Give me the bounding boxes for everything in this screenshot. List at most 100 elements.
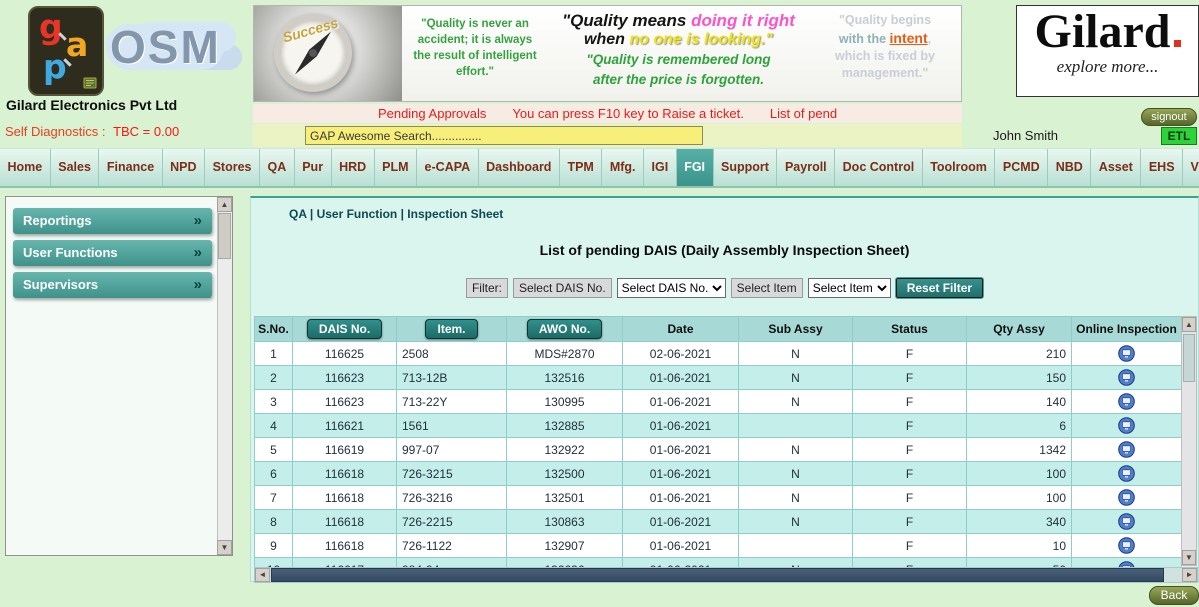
cell-status: F — [853, 510, 967, 534]
cell-status: F — [853, 438, 967, 462]
company-name: Gilard Electronics Pvt Ltd — [6, 97, 177, 113]
sort-button-item[interactable]: Item. — [425, 319, 477, 339]
tab-toolroom[interactable]: Toolroom — [923, 149, 996, 186]
online-inspection-icon[interactable] — [1118, 465, 1135, 482]
column-header-online-inspection: Online Inspection — [1072, 317, 1182, 342]
quote-text: doing it right — [691, 11, 795, 30]
tab-mfg[interactable]: Mfg. — [602, 149, 644, 186]
cell-online-inspection — [1072, 342, 1182, 366]
tab-fgi[interactable]: FGI — [677, 149, 714, 186]
cell-sno: 7 — [255, 486, 293, 510]
gilard-tagline: explore more... — [1017, 57, 1198, 77]
self-diagnostics-label: Self Diagnostics : — [5, 124, 105, 139]
item-filter-select[interactable]: Select Item — [808, 278, 891, 298]
online-inspection-icon[interactable] — [1118, 417, 1135, 434]
tab-qa[interactable]: QA — [260, 149, 295, 186]
tab-home[interactable]: Home — [0, 149, 51, 186]
table-header-row: S.No.DAIS No.Item.AWO No.DateSub AssySta… — [255, 317, 1182, 342]
tab-dashboard[interactable]: Dashboard — [479, 149, 560, 186]
tab-sales[interactable]: Sales — [51, 149, 100, 186]
cell-dais: 116623 — [293, 390, 397, 414]
tab-tpm[interactable]: TPM — [560, 149, 602, 186]
reset-filter-button[interactable]: Reset Filter — [896, 278, 983, 298]
cell-sub-assy: N — [739, 342, 853, 366]
table-row: 4116621156113288501-06-2021F6 — [255, 414, 1182, 438]
scroll-left-icon[interactable]: ◄ — [255, 568, 270, 582]
tab-pur[interactable]: Pur — [295, 149, 332, 186]
table-vertical-scrollbar[interactable]: ▲ ▼ — [1181, 316, 1197, 566]
online-inspection-icon[interactable] — [1118, 345, 1135, 362]
etl-button[interactable]: ETL — [1161, 127, 1197, 145]
tab-hrd[interactable]: HRD — [332, 149, 375, 186]
scroll-up-icon[interactable]: ▲ — [217, 197, 232, 212]
scroll-up-icon[interactable]: ▲ — [1182, 317, 1196, 332]
tab-ehs[interactable]: EHS — [1141, 149, 1183, 186]
column-header-item[interactable]: Item. — [397, 317, 507, 342]
tab-nbd[interactable]: NBD — [1048, 149, 1091, 186]
online-inspection-icon[interactable] — [1118, 513, 1135, 530]
sort-button-dais-no[interactable]: DAIS No. — [307, 319, 382, 339]
column-header-awo-no[interactable]: AWO No. — [507, 317, 623, 342]
cell-sub-assy: N — [739, 462, 853, 486]
cell-status: F — [853, 414, 967, 438]
sidebar-item-supervisors[interactable]: Supervisors» — [13, 272, 212, 298]
tab-finance[interactable]: Finance — [99, 149, 162, 186]
marquee-segment: Pending Approvals — [378, 106, 486, 121]
cell-date: 01-06-2021 — [623, 510, 739, 534]
sidebar-scrollbar[interactable]: ▲ ▼ — [217, 197, 232, 555]
cell-qty: 150 — [967, 366, 1072, 390]
cell-online-inspection — [1072, 510, 1182, 534]
scroll-down-icon[interactable]: ▼ — [217, 540, 232, 555]
cell-sno: 2 — [255, 366, 293, 390]
search-input[interactable] — [305, 126, 703, 145]
cell-online-inspection — [1072, 534, 1182, 558]
tab-support[interactable]: Support — [714, 149, 778, 186]
online-inspection-icon[interactable] — [1118, 489, 1135, 506]
column-header-date: Date — [623, 317, 739, 342]
compass-image: Success — [254, 6, 402, 101]
table-horizontal-scrollbar[interactable]: ◄ ► — [254, 567, 1198, 583]
tab-stores[interactable]: Stores — [205, 149, 260, 186]
back-button[interactable]: Back — [1149, 586, 1199, 605]
online-inspection-icon[interactable] — [1118, 441, 1135, 458]
marquee-segment: List of pend — [770, 106, 837, 121]
cell-item: 726-2215 — [397, 510, 507, 534]
cell-item: 726-1122 — [397, 534, 507, 558]
tab-doc-control[interactable]: Doc Control — [835, 149, 923, 186]
cell-sub-assy: N — [739, 390, 853, 414]
tab-visitors[interactable]: Visitors — [1183, 149, 1199, 186]
dais-filter-select[interactable]: Select DAIS No. — [617, 278, 726, 298]
nav-tabs: HomeSalesFinanceNPDStoresQAPurHRDPLMe-CA… — [0, 148, 1199, 188]
column-header-dais-no[interactable]: DAIS No. — [293, 317, 397, 342]
dais-table: S.No.DAIS No.Item.AWO No.DateSub AssySta… — [254, 316, 1183, 569]
sort-button-awo-no[interactable]: AWO No. — [527, 319, 602, 339]
sidebar-item-user-functions[interactable]: User Functions» — [13, 240, 212, 266]
cell-qty: 100 — [967, 486, 1072, 510]
sidebar-item-label: Reportings — [23, 213, 92, 228]
tab-npd[interactable]: NPD — [163, 149, 205, 186]
sidebar: Reportings» User Functions» Supervisors» ▲… — [5, 196, 233, 556]
online-inspection-icon[interactable] — [1118, 393, 1135, 410]
cell-dais: 116619 — [293, 438, 397, 462]
filter-label: Filter: — [466, 278, 508, 298]
cell-sno: 9 — [255, 534, 293, 558]
sidebar-item-reportings[interactable]: Reportings» — [13, 208, 212, 234]
cell-online-inspection — [1072, 390, 1182, 414]
tab-plm[interactable]: PLM — [375, 149, 417, 186]
online-inspection-icon[interactable] — [1118, 369, 1135, 386]
tab-asset[interactable]: Asset — [1091, 149, 1141, 186]
tab-payroll[interactable]: Payroll — [777, 149, 835, 186]
scroll-down-icon[interactable]: ▼ — [1182, 550, 1196, 565]
main-panel: QA | User Function | Inspection Sheet Li… — [250, 196, 1199, 582]
table-scrollbar-thumb[interactable] — [1183, 334, 1195, 382]
scroll-right-icon[interactable]: ► — [1182, 568, 1197, 582]
sidebar-scrollbar-thumb[interactable] — [218, 213, 231, 259]
online-inspection-icon[interactable] — [1118, 537, 1135, 554]
cell-dais: 116625 — [293, 342, 397, 366]
tab-e-capa[interactable]: e-CAPA — [417, 149, 479, 186]
tab-pcmd[interactable]: PCMD — [995, 149, 1048, 186]
cell-qty: 140 — [967, 390, 1072, 414]
tab-igi[interactable]: IGI — [644, 149, 677, 186]
signout-button[interactable]: signout — [1141, 108, 1197, 126]
horizontal-scrollbar-thumb[interactable] — [271, 568, 1164, 582]
